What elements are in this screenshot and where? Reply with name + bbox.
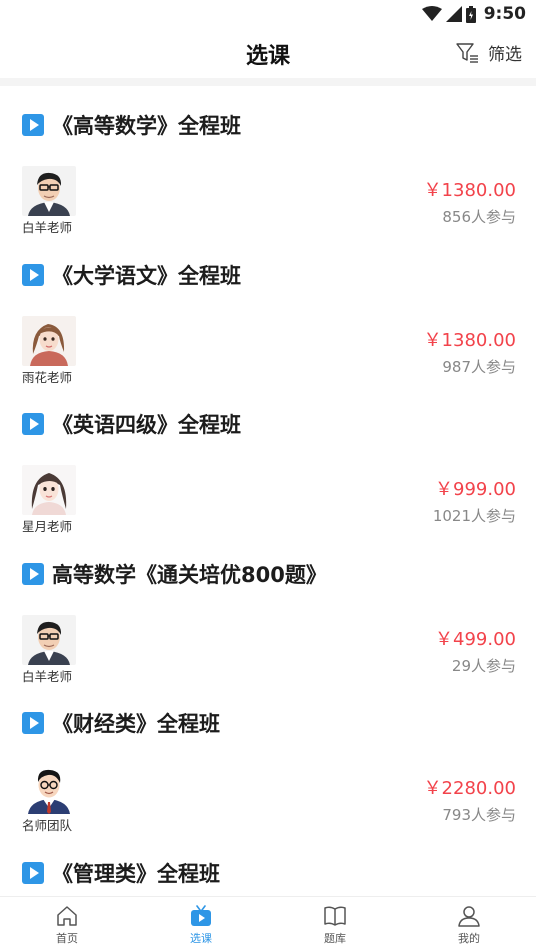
course-title: 《财经类》全程班 — [22, 708, 220, 738]
play-icon — [22, 562, 44, 585]
course-item[interactable]: 《大学语文》全程班 雨花老师 ￥1380.00 987人参与 — [0, 236, 536, 386]
teacher: 名师团队 — [22, 764, 78, 834]
course-price: ￥999.00 — [435, 479, 516, 500]
teacher: 雨花老师 — [22, 315, 78, 386]
teacher-avatar-man-glasses-icon — [22, 614, 76, 665]
tab-label: 选课 — [190, 932, 212, 945]
book-icon — [324, 906, 346, 926]
course-price: ￥2280.00 — [423, 778, 516, 799]
course-title-text: 《英语四级》全程班 — [52, 413, 241, 437]
tab-home[interactable]: 首页 — [0, 897, 134, 952]
filter-button[interactable]: 筛选 — [456, 40, 522, 65]
course-item[interactable]: 高等数学《通关培优800题》 白羊老师 ￥499.00 29人参与 — [0, 535, 536, 685]
course-tv-icon — [191, 905, 211, 926]
app-header: 选课 筛选 — [0, 28, 536, 78]
play-icon — [22, 263, 44, 286]
teacher-avatar-woman-dark-hair-icon — [22, 465, 76, 515]
home-icon — [57, 906, 77, 926]
course-title-text: 《高等数学》全程班 — [52, 114, 241, 138]
teacher-avatar-man-suit-icon — [22, 764, 76, 814]
enrolled-count: 1021人参与 — [432, 507, 516, 525]
enrolled-count: 856人参与 — [442, 208, 516, 226]
course-price: ￥1380.00 — [423, 180, 516, 201]
course-item[interactable]: 《英语四级》全程班 星月老师 ￥999.00 1021人参与 — [0, 385, 536, 535]
course-title-text: 《财经类》全程班 — [52, 712, 220, 736]
course-title: 《管理类》全程班 — [22, 858, 220, 888]
play-icon — [22, 114, 44, 136]
course-title: 《英语四级》全程班 — [22, 409, 241, 439]
course-title: 高等数学《通关培优800题》 — [22, 559, 327, 589]
course-title-text: 《管理类》全程班 — [52, 861, 220, 886]
tab-label: 题库 — [324, 932, 346, 945]
battery-icon — [465, 5, 476, 23]
enrolled-count: 793人参与 — [442, 806, 516, 824]
teacher-name: 白羊老师 — [22, 220, 73, 235]
play-icon — [22, 712, 44, 734]
tab-course[interactable]: 选课 — [134, 897, 268, 952]
course-item[interactable]: 《财经类》全程班 名师团队 ￥2280.00 793人参与 — [0, 684, 536, 834]
status-icons: 9:50 — [421, 4, 526, 24]
header-divider — [0, 78, 536, 86]
course-list[interactable]: 《高等数学》全程班 白羊老师 ￥1380.00 856人参与 《大学语文》全程班 — [0, 86, 536, 896]
teacher-name: 名师团队 — [22, 818, 73, 833]
course-title: 《大学语文》全程班 — [22, 260, 241, 290]
course-title-text: 高等数学《通关培优800题》 — [52, 562, 327, 587]
teacher-avatar-woman-brown-hair-icon — [22, 315, 76, 366]
teacher: 星月老师 — [22, 465, 78, 535]
course-price: ￥499.00 — [435, 628, 516, 650]
enrolled-count: 29人参与 — [451, 656, 516, 675]
filter-label: 筛选 — [488, 45, 522, 65]
teacher: 白羊老师 — [22, 614, 78, 685]
play-icon — [22, 861, 44, 884]
user-icon — [458, 906, 480, 927]
teacher-avatar-man-glasses-icon — [22, 166, 76, 216]
tab-label: 我的 — [458, 932, 480, 945]
play-icon — [22, 413, 44, 435]
status-bar: 9:50 — [0, 0, 536, 28]
teacher: 白羊老师 — [22, 166, 78, 236]
course-item[interactable]: 《高等数学》全程班 白羊老师 ￥1380.00 856人参与 — [0, 86, 536, 236]
tab-profile[interactable]: 我的 — [402, 897, 536, 952]
teacher-name: 雨花老师 — [22, 369, 73, 385]
bottom-tab-bar: 首页 选课 题库 我的 — [0, 896, 536, 952]
tab-question-bank[interactable]: 题库 — [268, 897, 402, 952]
course-title: 《高等数学》全程班 — [22, 110, 241, 140]
status-time: 9:50 — [483, 4, 526, 24]
teacher-name: 星月老师 — [22, 519, 73, 534]
course-title-text: 《大学语文》全程班 — [52, 263, 241, 288]
wifi-icon — [421, 6, 442, 21]
cell-signal-icon — [445, 6, 462, 22]
course-item[interactable]: 《管理类》全程班 — [0, 834, 536, 897]
course-price: ￥1380.00 — [423, 329, 516, 351]
tab-label: 首页 — [56, 932, 78, 945]
filter-icon — [456, 42, 478, 63]
enrolled-count: 987人参与 — [442, 357, 516, 376]
teacher-name: 白羊老师 — [22, 668, 73, 684]
